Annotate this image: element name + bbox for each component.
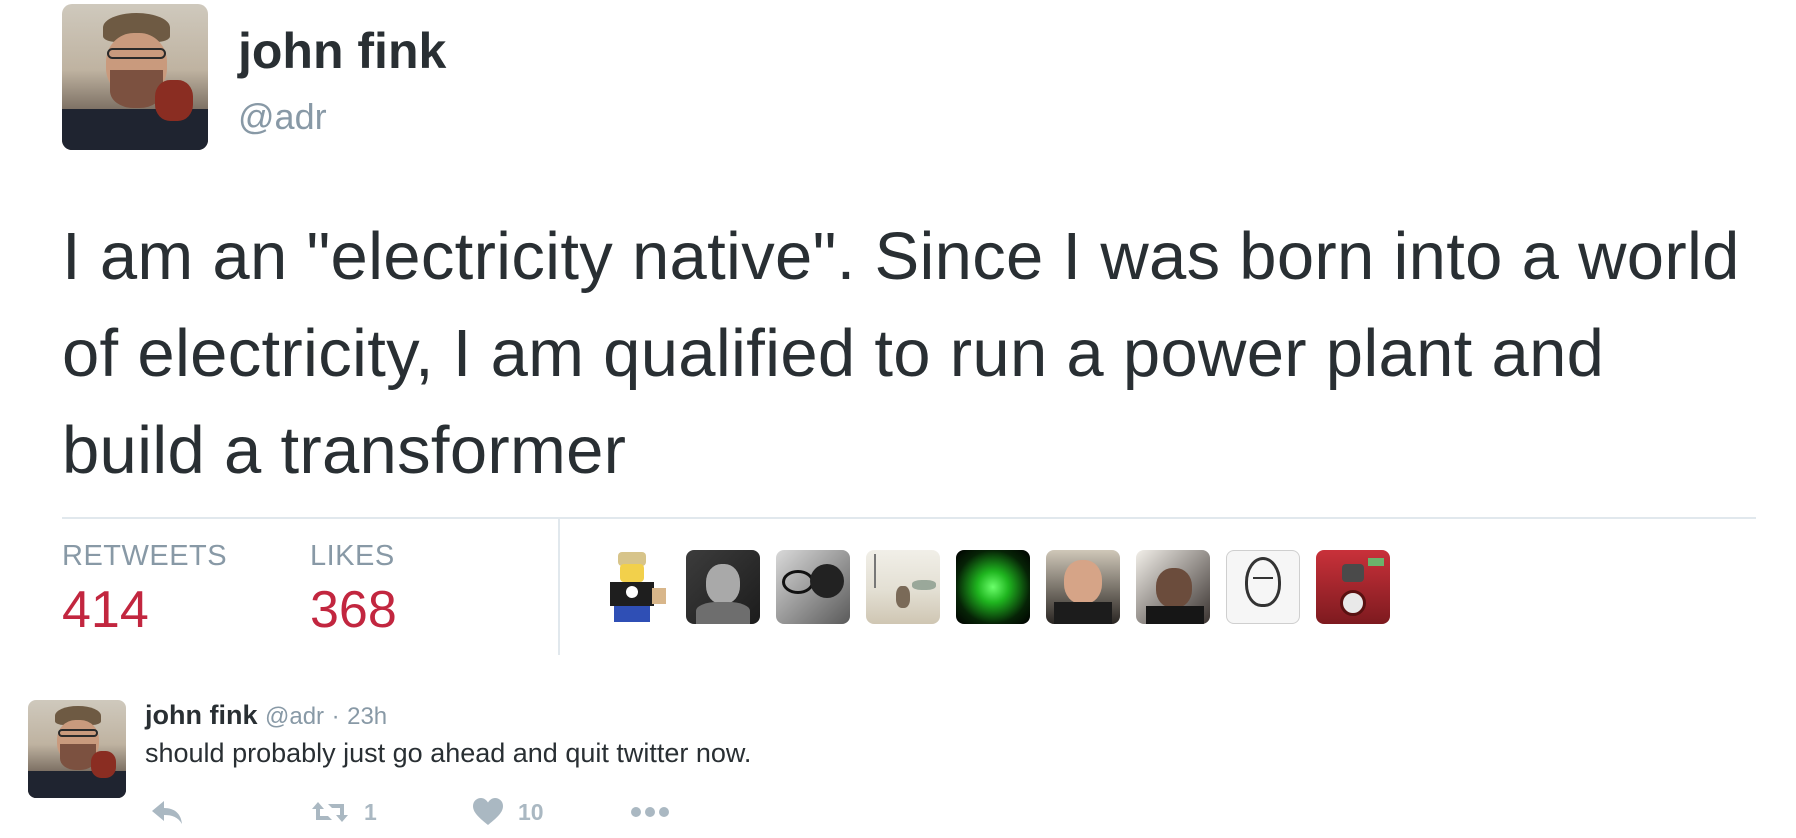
like-count: 10: [518, 798, 544, 825]
green-logo-avatar[interactable]: [956, 550, 1030, 624]
like-button[interactable]: 10: [472, 796, 544, 828]
reply-separator: ·: [331, 703, 340, 730]
author-name[interactable]: john fink: [238, 22, 446, 80]
retweet-button[interactable]: 1: [310, 796, 377, 828]
reply-header: john fink @adr · 23h: [145, 700, 387, 731]
tweet-text: I am an "electricity native". Since I wa…: [62, 219, 1740, 488]
retweets-label[interactable]: RETWEETS: [62, 540, 227, 573]
glasses-bw-avatar[interactable]: [776, 550, 850, 624]
gray-portrait-avatar[interactable]: [686, 550, 760, 624]
likes-count[interactable]: 368: [310, 580, 397, 640]
author-handle[interactable]: @adr: [238, 96, 327, 138]
author-avatar[interactable]: [62, 4, 208, 150]
heart-icon: [473, 798, 503, 825]
red-robot-avatar[interactable]: [1316, 550, 1390, 624]
reply-author-avatar[interactable]: [28, 700, 126, 798]
lego-figure-avatar[interactable]: [596, 550, 670, 624]
street-photo-avatar[interactable]: [866, 550, 940, 624]
stats-divider: [62, 517, 1756, 519]
reply-text: should probably just go ahead and quit t…: [145, 738, 752, 768]
reply-timestamp[interactable]: 23h: [347, 703, 387, 730]
stats-vertical-divider: [558, 517, 560, 655]
retweet-count: 1: [364, 798, 377, 825]
more-options-button[interactable]: [630, 796, 670, 828]
reply-arrow-icon: [152, 801, 182, 824]
dark-selfie-avatar[interactable]: [1136, 550, 1210, 624]
retweets-count[interactable]: 414: [62, 580, 149, 640]
reply-author-name[interactable]: john fink: [145, 700, 257, 730]
sketch-avatar[interactable]: [1226, 550, 1300, 624]
likes-label[interactable]: LIKES: [310, 540, 395, 573]
reply-author-handle[interactable]: @adr: [265, 703, 324, 730]
retweet-icon: [312, 802, 348, 822]
bald-man-avatar[interactable]: [1046, 550, 1120, 624]
more-dots-icon: [631, 807, 669, 817]
reply-button[interactable]: [150, 796, 184, 828]
